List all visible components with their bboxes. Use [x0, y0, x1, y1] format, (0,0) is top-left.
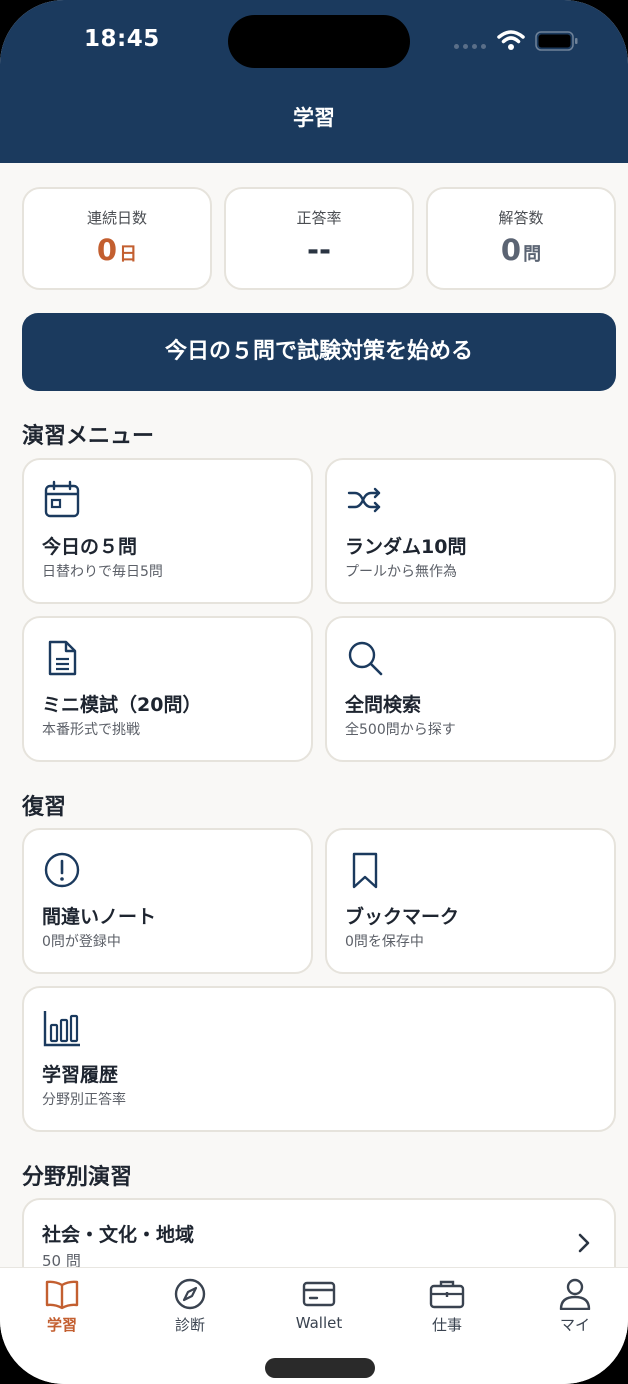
card-search-all[interactable]: 全問検索 全500問から探す	[325, 616, 616, 762]
card-subtitle: 本番形式で挑戦	[42, 722, 140, 738]
card-title: ミニ模試（20問）	[42, 694, 202, 716]
alert-circle-icon	[44, 852, 80, 888]
section-title-practice: 演習メニュー	[22, 424, 155, 449]
tab-label: Wallet	[295, 1314, 343, 1332]
stat-value: 0問	[500, 233, 542, 267]
page-title: 学習	[293, 106, 335, 130]
card-daily-five[interactable]: 今日の５問 日替わりで毎日5問	[22, 458, 313, 604]
category-title: 社会・文化・地域	[42, 1224, 195, 1246]
stat-label: 正答率	[296, 209, 342, 227]
bar-chart-icon	[43, 1011, 80, 1047]
tab-label: マイ	[559, 1316, 590, 1334]
shuffle-icon	[347, 487, 381, 513]
card-title: ランダム10問	[345, 536, 467, 558]
card-mistake-notes[interactable]: 間違いノート 0問が登録中	[22, 828, 313, 974]
wifi-icon	[497, 30, 525, 50]
book-icon	[45, 1280, 79, 1310]
dynamic-island	[228, 15, 410, 68]
tab-wallet[interactable]: Wallet	[269, 1278, 369, 1332]
card-subtitle: 0問が登録中	[42, 934, 121, 950]
stat-label: 解答数	[498, 209, 544, 227]
card-title: 今日の５問	[42, 536, 138, 558]
tab-study[interactable]: 学習	[12, 1278, 112, 1335]
tab-diagnosis[interactable]: 診断	[140, 1278, 240, 1335]
card-title: 間違いノート	[42, 906, 157, 928]
stat-label: 連続日数	[86, 209, 147, 227]
card-subtitle: 分野別正答率	[42, 1092, 126, 1108]
stat-answered-count: 解答数 0問	[426, 187, 616, 290]
app-screen: 18:45 学習 連続日数 0日 正答率 -- 解答数 0問 今日の５問で試験対…	[0, 0, 628, 1384]
card-random-ten[interactable]: ランダム10問 プールから無作為	[325, 458, 616, 604]
person-icon	[559, 1278, 591, 1310]
header-bar: 18:45 学習	[0, 0, 628, 163]
briefcase-icon	[429, 1280, 465, 1309]
stat-value: 0日	[96, 233, 138, 267]
tab-label: 仕事	[431, 1316, 462, 1334]
cellular-signal-icon	[454, 44, 486, 49]
section-title-review: 復習	[22, 795, 67, 820]
bookmark-icon	[352, 852, 378, 889]
stat-streak-days: 連続日数 0日	[22, 187, 212, 290]
home-indicator[interactable]	[265, 1358, 375, 1378]
battery-icon	[535, 31, 578, 51]
card-subtitle: 日替わりで毎日5問	[42, 564, 163, 580]
section-title-categories: 分野別演習	[22, 1165, 133, 1190]
compass-icon	[174, 1278, 206, 1310]
stat-accuracy: 正答率 --	[224, 187, 414, 290]
search-icon	[348, 641, 383, 676]
card-title: 学習履歴	[42, 1064, 119, 1086]
card-mini-mock-exam[interactable]: ミニ模試（20問） 本番形式で挑戦	[22, 616, 313, 762]
status-time: 18:45	[84, 26, 160, 52]
card-icon	[302, 1281, 336, 1307]
tab-my-page[interactable]: マイ	[525, 1278, 625, 1335]
card-study-history[interactable]: 学習履歴 分野別正答率	[22, 986, 616, 1132]
card-subtitle: 0問を保存中	[345, 934, 424, 950]
card-subtitle: 全500問から探す	[345, 722, 456, 738]
calendar-icon	[44, 480, 80, 518]
tab-label: 診断	[174, 1316, 205, 1334]
start-daily-quiz-button[interactable]: 今日の５問で試験対策を始める	[22, 313, 616, 391]
tab-jobs[interactable]: 仕事	[397, 1278, 497, 1335]
document-icon	[48, 640, 77, 676]
card-title: 全問検索	[345, 694, 422, 716]
card-bookmarks[interactable]: ブックマーク 0問を保存中	[325, 828, 616, 974]
chevron-right-icon	[578, 1233, 590, 1253]
card-subtitle: プールから無作為	[345, 564, 457, 580]
card-title: ブックマーク	[345, 906, 460, 928]
stat-value: --	[306, 233, 332, 267]
tab-label: 学習	[46, 1316, 77, 1334]
